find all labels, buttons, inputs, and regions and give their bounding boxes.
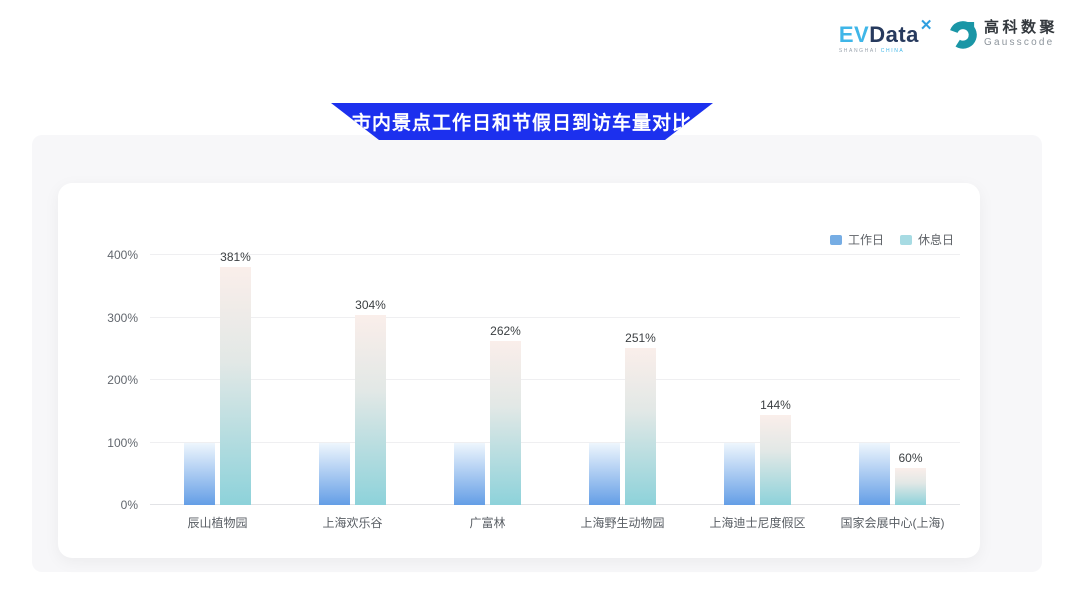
bar-工作日[interactable] xyxy=(454,443,485,506)
bar-value-label: 144% xyxy=(760,398,791,412)
content-panel: 工作日休息日 0%100%200%300%400%381%辰山植物园304%上海… xyxy=(32,135,1042,572)
bar-休息日[interactable]: 262% xyxy=(490,341,521,505)
evdata-ev-text: EV xyxy=(839,22,869,47)
page-title: 市内景点工作日和节假日到访车量对比 xyxy=(352,108,692,135)
bar-休息日[interactable]: 304% xyxy=(355,315,386,505)
bar-value-label: 381% xyxy=(220,250,251,264)
gausscode-icon xyxy=(947,18,979,50)
evdata-subtitle-shanghai: SHANGHAI xyxy=(839,48,878,54)
bar-休息日[interactable]: 381% xyxy=(220,267,251,505)
gausscode-en-name: Gausscode xyxy=(984,37,1058,48)
bar-chart: 0%100%200%300%400%381%辰山植物园304%上海欢乐谷262%… xyxy=(150,255,960,505)
bar-value-label: 251% xyxy=(625,331,656,345)
bar-value-label: 60% xyxy=(898,451,922,465)
x-axis-category-label: 国家会展中心(上海) xyxy=(841,514,945,531)
gausscode-cn-name: 高科数聚 xyxy=(984,20,1058,37)
bar-group: 144%上海迪士尼度假区 xyxy=(690,255,825,505)
y-axis-tick-label: 100% xyxy=(107,436,138,450)
header-logos: EVData✕ SHANGHAI CHINA 高科数聚 Gausscode xyxy=(839,18,1058,54)
x-axis-category-label: 广富林 xyxy=(469,514,505,531)
evdata-wordmark: EVData✕ xyxy=(839,24,933,46)
legend-label: 休息日 xyxy=(918,231,954,248)
y-axis-tick-label: 400% xyxy=(107,248,138,262)
legend-label: 工作日 xyxy=(848,231,884,248)
y-axis-tick-label: 200% xyxy=(107,373,138,387)
bar-groups: 381%辰山植物园304%上海欢乐谷262%广富林251%上海野生动物园144%… xyxy=(150,255,960,505)
bar-工作日[interactable] xyxy=(724,443,755,506)
evdata-data-text: Data xyxy=(869,22,919,47)
bar-休息日[interactable]: 144% xyxy=(760,415,791,505)
x-axis-category-label: 上海野生动物园 xyxy=(580,514,664,531)
bar-group: 60%国家会展中心(上海) xyxy=(825,255,960,505)
title-banner: 市内景点工作日和节假日到访车量对比 xyxy=(331,103,713,140)
bar-工作日[interactable] xyxy=(859,443,890,506)
chart-card: 工作日休息日 0%100%200%300%400%381%辰山植物园304%上海… xyxy=(58,183,980,558)
legend-swatch-icon xyxy=(900,235,912,245)
bar-工作日[interactable] xyxy=(589,443,620,506)
evdata-logo: EVData✕ SHANGHAI CHINA xyxy=(839,18,933,54)
bar-工作日[interactable] xyxy=(184,443,215,506)
evdata-subtitle: SHANGHAI CHINA xyxy=(839,48,933,54)
evdata-subtitle-china: CHINA xyxy=(881,48,905,54)
bar-工作日[interactable] xyxy=(319,443,350,506)
bar-value-label: 304% xyxy=(355,298,386,312)
chart-legend: 工作日 休息日 xyxy=(830,231,954,248)
bar-value-label: 262% xyxy=(490,324,521,338)
gausscode-text: 高科数聚 Gausscode xyxy=(984,20,1058,49)
legend-swatch-icon xyxy=(830,235,842,245)
bar-休息日[interactable]: 60% xyxy=(895,468,926,506)
gausscode-logo: 高科数聚 Gausscode xyxy=(947,18,1058,50)
evdata-x-icon: ✕ xyxy=(920,17,933,34)
bar-group: 381%辰山植物园 xyxy=(150,255,285,505)
bar-group: 251%上海野生动物园 xyxy=(555,255,690,505)
legend-item-1[interactable]: 休息日 xyxy=(900,231,954,248)
bar-group: 262%广富林 xyxy=(420,255,555,505)
x-axis-category-label: 上海欢乐谷 xyxy=(322,514,382,531)
bar-休息日[interactable]: 251% xyxy=(625,348,656,505)
x-axis-category-label: 辰山植物园 xyxy=(187,514,247,531)
x-axis-category-label: 上海迪士尼度假区 xyxy=(709,514,805,531)
bar-group: 304%上海欢乐谷 xyxy=(285,255,420,505)
legend-item-0[interactable]: 工作日 xyxy=(830,231,884,248)
y-axis-tick-label: 0% xyxy=(121,498,138,512)
y-axis-tick-label: 300% xyxy=(107,311,138,325)
